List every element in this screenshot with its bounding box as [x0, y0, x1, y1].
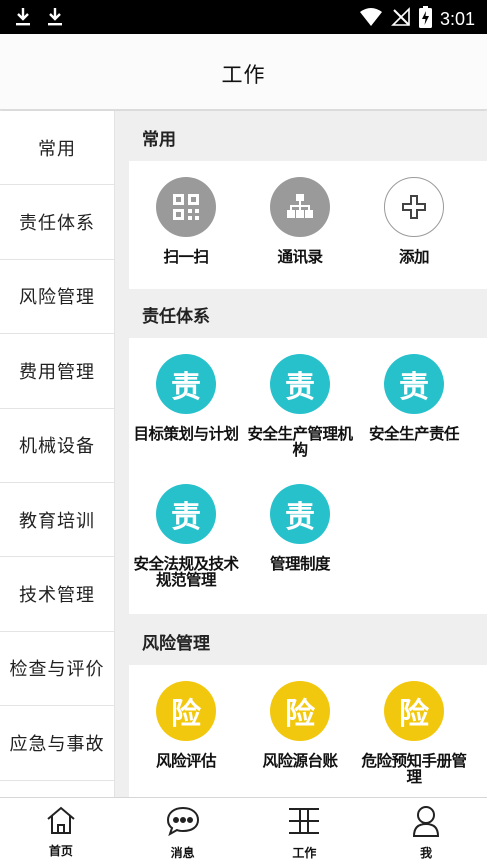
safety-responsibility-item[interactable]: 责 安全生产责任 — [357, 354, 471, 484]
risk-icon: 险 — [156, 681, 216, 741]
sidebar-item-cost[interactable]: 费用管理 — [0, 334, 114, 409]
category-sidebar: 常用 责任体系 风险管理 费用管理 机械设备 教育培训 技术管理 检查与评价 应… — [0, 111, 115, 797]
tab-label: 我 — [420, 846, 433, 860]
sidebar-item-responsibility[interactable]: 责任体系 — [0, 185, 114, 260]
sidebar-item-inspection[interactable]: 检查与评价 — [0, 632, 114, 707]
tab-work[interactable]: 工作 — [244, 798, 366, 865]
section-grid: 责 目标策划与计划 责 安全生产管理机构 责 安全生产责任 责 安全法规及技术规… — [129, 338, 487, 614]
org-chart-icon — [270, 177, 330, 237]
section-title: 常用 — [142, 129, 176, 150]
download-icon — [14, 7, 32, 31]
user-icon — [412, 805, 440, 841]
contacts-label: 通讯录 — [277, 248, 323, 266]
sidebar-item-emergency[interactable]: 应急与事故 — [0, 706, 114, 781]
responsibility-icon: 责 — [270, 354, 330, 414]
tab-label: 首页 — [48, 844, 73, 858]
section-responsibility: 责任体系 责 目标策划与计划 责 安全生产管理机构 责 安全生产责任 责 安全法… — [129, 290, 487, 614]
status-time: 3:01 — [439, 8, 475, 29]
tab-label: 消息 — [170, 846, 195, 860]
work-icon — [287, 805, 321, 841]
work-content: 常用 扫一扫 通讯录 添加 责任体系 责 目标策划与计划 责 安全生产管理机构 … — [115, 111, 487, 797]
risk-icon: 险 — [270, 681, 330, 741]
add-label: 添加 — [398, 248, 430, 266]
safety-org-item[interactable]: 责 安全生产管理机构 — [243, 354, 357, 484]
item-label: 危险预知手册管理 — [361, 752, 467, 786]
sidebar-item-technical[interactable]: 技术管理 — [0, 557, 114, 632]
wifi-icon — [359, 7, 383, 31]
item-label: 风险源台账 — [262, 752, 338, 770]
battery-charging-icon — [418, 6, 432, 32]
tab-home[interactable]: 首页 — [0, 798, 122, 865]
page-title: 工作 — [221, 63, 266, 87]
item-label: 安全生产管理机构 — [247, 425, 353, 459]
bottom-tab-bar: 首页 消息 工作 我 — [0, 797, 487, 865]
tab-messages[interactable]: 消息 — [122, 798, 244, 865]
item-label: 风险评估 — [155, 752, 217, 770]
management-system-item[interactable]: 责 管理制度 — [243, 484, 357, 614]
app-header: 工作 — [0, 34, 487, 110]
risk-ledger-item[interactable]: 险 风险源台账 — [243, 681, 357, 797]
sidebar-item-training[interactable]: 教育培训 — [0, 483, 114, 558]
item-label: 安全法规及技术规范管理 — [133, 555, 239, 589]
home-icon — [45, 805, 77, 839]
risk-icon: 险 — [384, 681, 444, 741]
target-planning-item[interactable]: 责 目标策划与计划 — [129, 354, 243, 484]
message-icon — [165, 805, 201, 841]
add-button[interactable]: 添加 — [357, 177, 471, 307]
sidebar-item-machinery[interactable]: 机械设备 — [0, 409, 114, 483]
no-signal-icon — [391, 7, 411, 31]
section-grid: 险 风险评估 险 风险源台账 险 危险预知手册管理 — [129, 665, 487, 797]
contacts-button[interactable]: 通讯录 — [243, 177, 357, 307]
regulations-item[interactable]: 责 安全法规及技术规范管理 — [129, 484, 243, 614]
responsibility-icon: 责 — [156, 484, 216, 544]
section-common: 常用 扫一扫 通讯录 添加 — [129, 113, 487, 289]
sidebar-item-risk[interactable]: 风险管理 — [0, 260, 114, 335]
hazard-manual-item[interactable]: 险 危险预知手册管理 — [357, 681, 471, 797]
section-risk: 风险管理 险 风险评估 险 风险源台账 险 危险预知手册管理 — [129, 617, 487, 797]
status-bar: 3:01 — [0, 0, 487, 34]
section-title: 责任体系 — [142, 306, 210, 327]
responsibility-icon: 责 — [156, 354, 216, 414]
section-title: 风险管理 — [142, 633, 210, 654]
sidebar-item-common[interactable]: 常用 — [0, 111, 114, 186]
risk-assessment-item[interactable]: 险 风险评估 — [129, 681, 243, 797]
responsibility-icon: 责 — [384, 354, 444, 414]
scan-button[interactable]: 扫一扫 — [129, 177, 243, 307]
item-label: 安全生产责任 — [368, 425, 460, 443]
section-grid: 扫一扫 通讯录 添加 — [129, 161, 487, 289]
plus-icon — [384, 177, 444, 237]
scan-label: 扫一扫 — [163, 248, 209, 266]
item-label: 目标策划与计划 — [133, 425, 239, 443]
responsibility-icon: 责 — [270, 484, 330, 544]
item-label: 管理制度 — [269, 555, 331, 573]
tab-label: 工作 — [292, 846, 317, 860]
download-icon — [46, 7, 64, 31]
qr-code-icon — [156, 177, 216, 237]
tab-me[interactable]: 我 — [365, 798, 487, 865]
